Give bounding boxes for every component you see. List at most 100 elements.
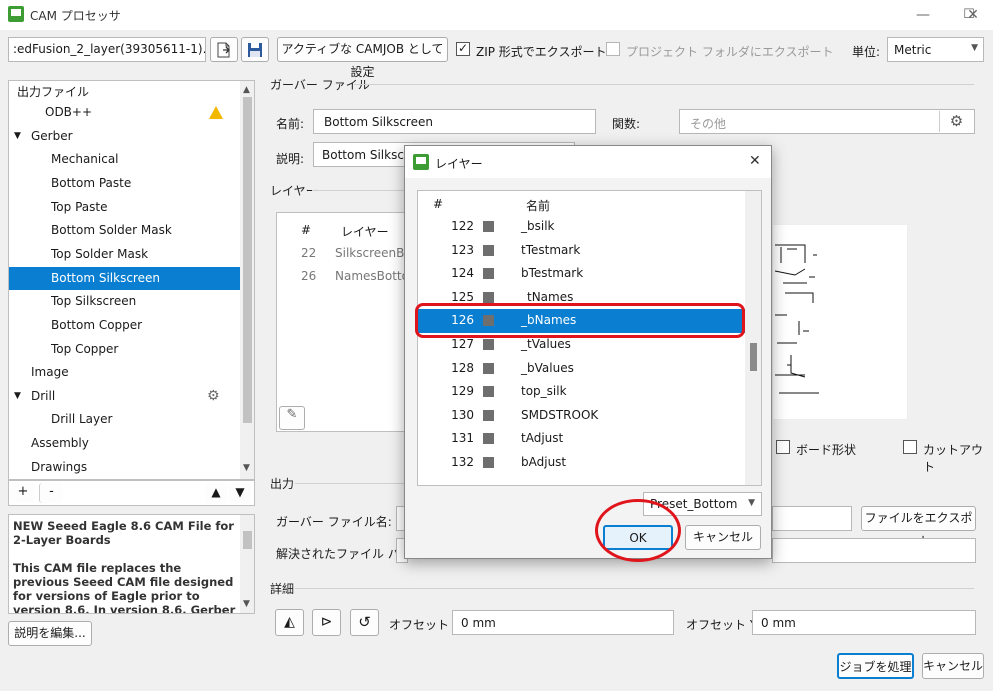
tree-item[interactable]: Drawings bbox=[9, 456, 240, 479]
layer-list-row[interactable]: 127 _tValues bbox=[418, 333, 745, 357]
unit-value: Metric bbox=[894, 43, 932, 57]
description-scroll-thumb[interactable] bbox=[243, 531, 252, 549]
tree-item[interactable]: Bottom Paste bbox=[9, 172, 240, 195]
edit-description-button[interactable]: 説明を編集... bbox=[8, 621, 92, 646]
scroll-up-icon[interactable]: ▲ bbox=[243, 85, 250, 95]
minimize-button[interactable]: — bbox=[903, 4, 943, 26]
move-up-button[interactable]: ▲ bbox=[205, 483, 227, 503]
gear-icon[interactable]: ⚙ bbox=[207, 385, 220, 408]
layer-list-row[interactable]: 130 SMDSTROOK bbox=[418, 404, 745, 428]
layer-number: 124 bbox=[451, 266, 474, 281]
gerber-filename-label: ガーバー ファイル名: bbox=[276, 515, 392, 529]
tree-item[interactable]: Bottom Silkscreen bbox=[9, 266, 240, 290]
output-files-header: 出力ファイル bbox=[17, 85, 90, 99]
zip-export-checkbox[interactable] bbox=[456, 41, 470, 56]
process-job-button[interactable]: ジョブを処理 bbox=[837, 653, 914, 679]
zip-export-label: ZIP 形式でエクスポート bbox=[476, 45, 607, 59]
resolved-path-label: 解決されたファイル パス: bbox=[276, 547, 416, 561]
tree-item-label: Assembly bbox=[31, 436, 89, 451]
tree-item[interactable]: Top Solder Mask bbox=[9, 243, 240, 266]
tree-item[interactable]: Image bbox=[9, 361, 240, 384]
layer-scroll-thumb[interactable] bbox=[750, 343, 757, 371]
cancel-main-button[interactable]: キャンセル bbox=[922, 653, 984, 679]
expand-triangle-icon[interactable]: ▼ bbox=[14, 125, 21, 148]
tree-item[interactable]: Assembly bbox=[9, 432, 240, 455]
dialog-close-icon[interactable]: ✕ bbox=[749, 153, 761, 169]
tree-list: ODB++ ▼ Gerber Mechanical Bottom Paste Top Pa… bbox=[9, 101, 240, 479]
section-divider bbox=[295, 483, 410, 484]
tree-item[interactable]: Bottom Copper bbox=[9, 314, 240, 337]
layer-list: # 名前 122 _bsilk 123 tTestmark 124 bTestmark 12… bbox=[417, 190, 762, 486]
layers-col-hash: # bbox=[301, 223, 312, 237]
tree-item-label: Gerber bbox=[31, 128, 73, 143]
move-down-button[interactable]: ▼ bbox=[229, 483, 251, 503]
function-field[interactable]: その他 ⚙ bbox=[679, 109, 975, 134]
description-scrollbar[interactable]: ▼ bbox=[240, 515, 254, 613]
tree-item[interactable]: ODB++ bbox=[9, 101, 240, 124]
layer-list-row[interactable]: 122 _bsilk bbox=[418, 215, 745, 239]
cutout-checkbox[interactable] bbox=[903, 440, 917, 454]
unit-label: 単位: bbox=[852, 45, 881, 59]
arrow-down-icon: ▼ bbox=[235, 485, 245, 499]
layer-name: _tNames bbox=[521, 289, 574, 304]
rotate-button[interactable]: ↺ bbox=[350, 609, 379, 636]
set-active-camjob-button[interactable]: アクティブな CAMJOB として設定 bbox=[277, 37, 448, 79]
layer-list-row[interactable]: 131 tAdjust bbox=[418, 427, 745, 451]
layer-name: _tValues bbox=[521, 337, 571, 351]
layer-list-row[interactable]: 124 bTestmark bbox=[418, 262, 745, 286]
tree-item[interactable]: Drill Layer bbox=[9, 408, 240, 431]
layer-color-swatch bbox=[483, 268, 494, 280]
board-shape-label: ボード形状 bbox=[796, 443, 857, 457]
offset-x-field[interactable]: 0 mm bbox=[452, 610, 674, 635]
silkscreen-preview-graphic bbox=[774, 244, 819, 394]
tree-item[interactable]: ▼ Gerber bbox=[9, 125, 240, 148]
export-file-button[interactable]: ファイルをエクスポート bbox=[861, 506, 976, 548]
add-output-button[interactable]: + bbox=[11, 483, 35, 503]
save-camfile-button[interactable] bbox=[241, 37, 269, 62]
flip-button[interactable]: ⊳ bbox=[312, 609, 341, 636]
description-label: 説明: bbox=[276, 152, 305, 166]
tree-scroll-thumb[interactable] bbox=[243, 97, 252, 423]
tree-scrollbar[interactable]: ▲ ▼ bbox=[240, 81, 254, 479]
layer-row-num: 26 bbox=[301, 269, 317, 283]
scroll-down-icon[interactable]: ▼ bbox=[243, 463, 250, 473]
tree-item[interactable]: ▼ Drill ⚙ bbox=[9, 385, 240, 408]
project-folder-checkbox[interactable] bbox=[606, 42, 620, 56]
board-shape-checkbox[interactable] bbox=[776, 440, 790, 454]
arrow-up-icon: ▲ bbox=[211, 485, 221, 499]
tree-item[interactable]: Top Paste bbox=[9, 196, 240, 219]
layer-list-row[interactable]: 132 bAdjust bbox=[418, 451, 745, 475]
dialog-ok-button[interactable]: OK bbox=[603, 525, 673, 550]
layer-list-row[interactable]: 125 _tNames bbox=[418, 286, 745, 310]
gear-icon[interactable]: ⚙ bbox=[939, 111, 973, 132]
tree-item[interactable]: Top Silkscreen bbox=[9, 290, 240, 313]
tree-item[interactable]: Top Copper bbox=[9, 338, 240, 361]
layer-number: 127 bbox=[451, 337, 474, 351]
preset-select[interactable]: Preset_Bottom ▼ bbox=[643, 492, 762, 516]
layer-list-scrollbar[interactable] bbox=[745, 191, 761, 485]
open-camfile-button[interactable] bbox=[210, 37, 238, 62]
board-preview bbox=[772, 224, 908, 420]
layer-list-row[interactable]: 126 _bNames bbox=[418, 309, 745, 333]
close-button[interactable]: ✕ bbox=[953, 4, 993, 26]
open-file-icon bbox=[217, 42, 230, 58]
layer-list-row[interactable]: 128 _bValues bbox=[418, 357, 745, 381]
offset-y-field[interactable]: 0 mm bbox=[752, 610, 976, 635]
unit-select[interactable]: Metric ▼ bbox=[887, 37, 984, 62]
layer-color-swatch bbox=[483, 244, 494, 256]
dialog-cancel-button[interactable]: キャンセル bbox=[685, 525, 761, 550]
gerber-filename-field-end[interactable] bbox=[772, 506, 852, 531]
edit-layers-button[interactable]: ✎ bbox=[279, 406, 305, 430]
camfile-path-field[interactable]: :edFusion_2_layer(39305611-1).cam bbox=[8, 37, 206, 62]
tree-item[interactable]: Mechanical bbox=[9, 148, 240, 171]
mirror-button[interactable]: ◭ bbox=[275, 609, 304, 636]
name-field[interactable]: Bottom Silkscreen bbox=[313, 109, 596, 134]
layer-list-row[interactable]: 123 tTestmark bbox=[418, 239, 745, 263]
layer-list-row[interactable]: 129 top_silk bbox=[418, 380, 745, 404]
remove-output-button[interactable]: - bbox=[39, 483, 63, 503]
layer-row-num: 22 bbox=[301, 246, 317, 260]
tree-item[interactable]: Bottom Solder Mask bbox=[9, 219, 240, 242]
scroll-down-icon[interactable]: ▼ bbox=[243, 599, 250, 609]
layer-color-swatch bbox=[483, 409, 494, 421]
expand-triangle-icon[interactable]: ▼ bbox=[14, 385, 21, 408]
